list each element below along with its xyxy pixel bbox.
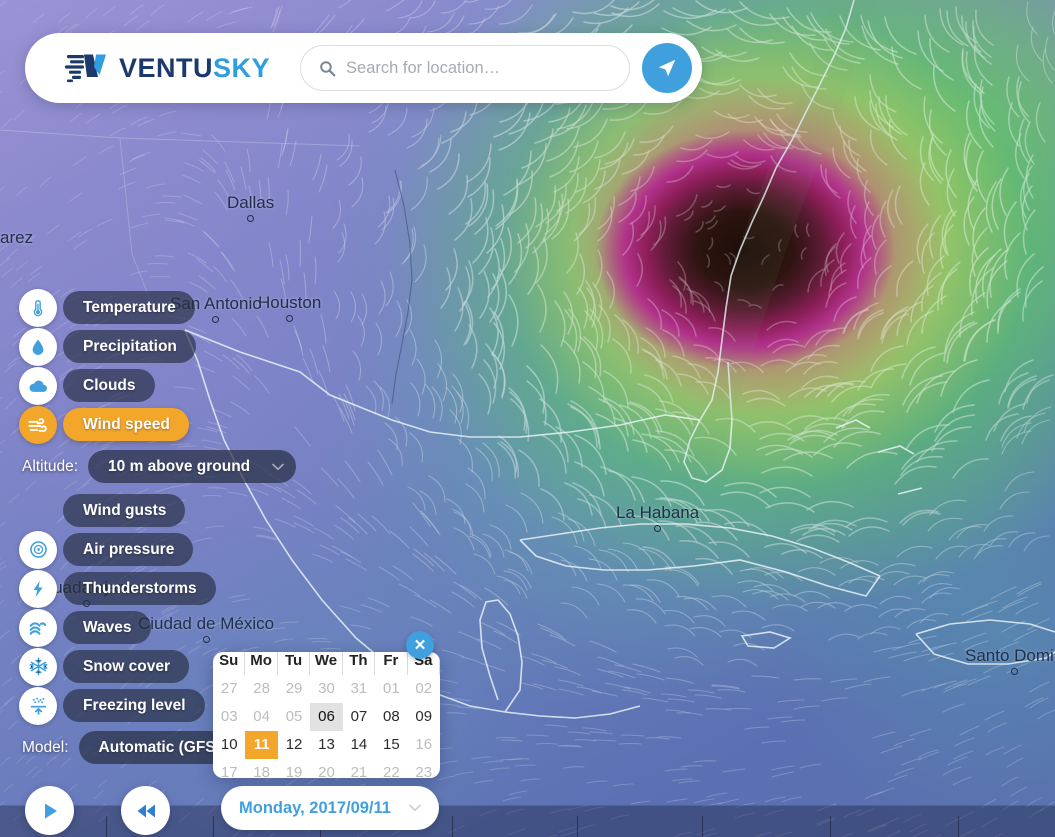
chevron-down-icon <box>272 463 284 470</box>
calendar-weekday-header: Mo <box>245 652 278 675</box>
layer-label: Precipitation <box>83 337 177 355</box>
layer-button-wind-speed[interactable]: Wind speed <box>63 408 189 441</box>
calendar-day[interactable]: 13 <box>310 731 342 759</box>
calendar-day[interactable]: 10 <box>213 731 245 759</box>
layer-button-snow-cover[interactable]: Snow cover <box>63 650 189 683</box>
calendar-close-button[interactable]: ✕ <box>406 631 434 659</box>
calendar-weekday-header: Th <box>343 652 376 675</box>
play-icon <box>44 803 57 818</box>
layer-label: Wind speed <box>83 415 170 433</box>
calendar-day[interactable]: 20 <box>310 759 342 778</box>
layer-label: Temperature <box>83 298 176 316</box>
layer-label: Thunderstorms <box>83 579 197 597</box>
calendar-day[interactable]: 15 <box>375 731 407 759</box>
layer-button-wind-gusts[interactable]: Wind gusts <box>63 494 186 527</box>
calendar-day[interactable]: 19 <box>278 759 310 778</box>
calendar-day[interactable]: 17 <box>213 759 245 778</box>
calendar-day[interactable]: 02 <box>408 675 440 703</box>
calendar-weekday-header: We <box>310 652 343 675</box>
calendar-day[interactable]: 29 <box>278 675 310 703</box>
logo-text-accent: SKY <box>213 52 271 83</box>
freezing-icon[interactable] <box>19 686 57 725</box>
calendar-day[interactable]: 30 <box>310 675 342 703</box>
search-input[interactable] <box>346 58 630 78</box>
chevron-down-icon <box>409 804 421 812</box>
calendar-day[interactable]: 03 <box>213 703 245 731</box>
calendar-day[interactable]: 05 <box>278 703 310 731</box>
ventusky-logo-icon <box>65 54 106 83</box>
calendar-day[interactable]: 21 <box>343 759 375 778</box>
rewind-icon <box>137 804 155 817</box>
altitude-value: 10 m above ground <box>108 457 251 475</box>
current-date-label: Monday, 2017/09/11 <box>239 798 391 817</box>
date-picker-calendar[interactable]: Su Mo Tu We Th Fr Sa 27 28 29 30 31 01 02 03 04 05 06 07 08… <box>213 652 440 778</box>
altitude-row: Altitude: 10 m above ground <box>22 450 297 483</box>
altitude-select[interactable]: 10 m above ground <box>88 450 297 483</box>
calendar-day[interactable]: 18 <box>245 759 277 778</box>
locate-me-button[interactable] <box>642 43 693 93</box>
search-icon <box>320 60 336 76</box>
layer-label: Freezing level <box>83 696 186 714</box>
barometer-icon[interactable] <box>19 530 57 569</box>
calendar-day[interactable]: 01 <box>375 675 407 703</box>
logo-text-primary: VENTU <box>119 52 214 83</box>
calendar-day[interactable]: 23 <box>408 759 440 778</box>
calendar-day[interactable]: 31 <box>343 675 375 703</box>
layer-button-precipitation[interactable]: Precipitation <box>63 330 196 363</box>
snowflake-icon[interactable] <box>19 647 57 686</box>
lightning-icon[interactable] <box>19 569 57 608</box>
layer-label: Clouds <box>83 376 136 394</box>
search-bar[interactable] <box>300 45 631 91</box>
water-drop-icon[interactable] <box>19 327 57 366</box>
layer-button-temperature[interactable]: Temperature <box>63 291 195 324</box>
calendar-day[interactable]: 14 <box>343 731 375 759</box>
layer-button-waves[interactable]: Waves <box>63 611 151 644</box>
rewind-button[interactable] <box>121 786 170 835</box>
layer-label: Air pressure <box>83 540 175 558</box>
calendar-day[interactable]: 09 <box>408 703 440 731</box>
calendar-day[interactable]: 28 <box>245 675 277 703</box>
calendar-day[interactable]: 06 <box>310 703 343 731</box>
layer-label: Wind gusts <box>83 501 167 519</box>
calendar-grid: Su Mo Tu We Th Fr Sa 27 28 29 30 31 01 02 03 04 05 06 07 08… <box>213 652 440 778</box>
logo-wordmark: VENTUSKY <box>119 53 270 84</box>
layer-button-thunderstorms[interactable]: Thunderstorms <box>63 572 216 605</box>
app-logo[interactable]: VENTUSKY <box>65 53 270 84</box>
calendar-weekday-header: Su <box>213 652 246 675</box>
wind-icon[interactable] <box>19 405 57 444</box>
layer-button-clouds[interactable]: Clouds <box>63 369 155 402</box>
layer-label: Waves <box>83 618 132 636</box>
calendar-day[interactable]: 27 <box>213 675 245 703</box>
cloud-icon[interactable] <box>19 366 57 405</box>
calendar-day[interactable]: 11 <box>245 731 278 759</box>
calendar-day[interactable]: 12 <box>278 731 310 759</box>
altitude-label: Altitude: <box>22 457 79 475</box>
waves-icon[interactable] <box>19 608 57 647</box>
ventusky-app: arezDallasHoustonSan AntonioGuadalajaraC… <box>0 0 1055 837</box>
navigation-arrow-icon <box>658 59 676 77</box>
calendar-weekday-header: Tu <box>278 652 311 675</box>
model-label: Model: <box>22 738 69 756</box>
calendar-weekday-header: Fr <box>375 652 408 675</box>
calendar-day[interactable]: 22 <box>375 759 407 778</box>
calendar-day[interactable]: 04 <box>245 703 277 731</box>
calendar-day[interactable]: 16 <box>408 731 440 759</box>
close-icon: ✕ <box>413 637 427 654</box>
date-selector[interactable]: Monday, 2017/09/11 <box>221 786 439 830</box>
layer-button-freezing-level[interactable]: Freezing level <box>63 689 205 722</box>
calendar-day[interactable]: 08 <box>375 703 407 731</box>
model-value: Automatic (GFS) <box>98 738 221 756</box>
thermometer-icon[interactable] <box>19 288 57 327</box>
play-button[interactable] <box>25 786 74 835</box>
top-bar: VENTUSKY <box>25 33 702 103</box>
layer-label: Snow cover <box>83 657 170 675</box>
calendar-day[interactable]: 07 <box>343 703 375 731</box>
layer-button-air-pressure[interactable]: Air pressure <box>63 533 194 566</box>
